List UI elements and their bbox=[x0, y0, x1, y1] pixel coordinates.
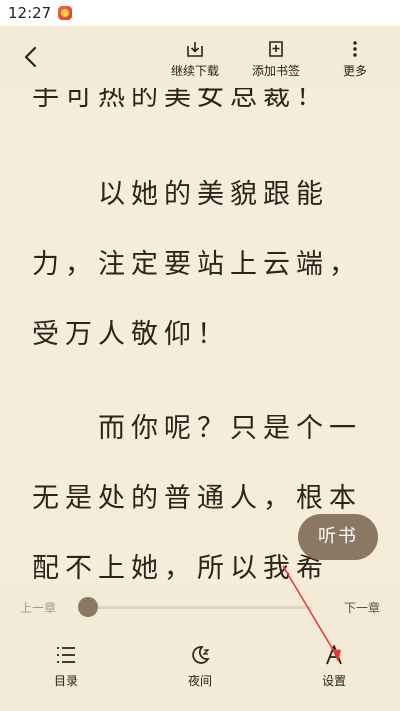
listen-book-button[interactable]: 听书 bbox=[298, 514, 378, 560]
text-line: 力，注定要站上云端， bbox=[32, 249, 362, 280]
prev-chapter-button[interactable]: 上一章 bbox=[20, 599, 56, 616]
status-time: 12:27 bbox=[8, 4, 52, 22]
night-label: 夜间 bbox=[187, 674, 212, 688]
toc-label: 目录 bbox=[53, 674, 78, 688]
more-button[interactable]: 更多 bbox=[338, 40, 372, 79]
top-toolbar: 继续下载 添加书签 更多 bbox=[0, 26, 400, 88]
font-settings-icon bbox=[326, 645, 342, 665]
text-line: 以她的美貌跟能 bbox=[32, 179, 329, 210]
add-bookmark-label: 添加书签 bbox=[251, 64, 300, 78]
more-vertical-icon bbox=[353, 41, 357, 57]
status-bar: 12:27 bbox=[0, 0, 400, 26]
progress-track[interactable] bbox=[88, 606, 312, 609]
night-mode-button[interactable]: 夜间 bbox=[170, 644, 230, 689]
back-arrow-icon[interactable] bbox=[18, 44, 44, 70]
chapter-progress: 上一章 下一章 bbox=[0, 584, 400, 630]
reading-area[interactable]: 手可热的美女总裁！ 以她的美貌跟能 力，注定要站上云端， 受万人敬仰！ 而你呢？… bbox=[0, 88, 400, 584]
moon-icon bbox=[192, 646, 210, 664]
text-line: 而你呢？只是个一 bbox=[32, 413, 362, 444]
app-notification-icon bbox=[58, 6, 72, 20]
download-icon bbox=[187, 42, 203, 57]
text-line: 受万人敬仰！ bbox=[32, 319, 230, 350]
more-label: 更多 bbox=[342, 64, 367, 78]
continue-download-label: 继续下载 bbox=[170, 64, 219, 78]
settings-button[interactable]: 设置 bbox=[304, 644, 364, 689]
settings-label: 设置 bbox=[321, 674, 346, 688]
text-line: 无是处的普通人，根本 bbox=[32, 483, 362, 514]
bottom-toolbar: 目录 夜间 设置 bbox=[0, 630, 400, 711]
text-line: 手可热的美女总裁！ bbox=[32, 88, 329, 112]
list-icon bbox=[57, 647, 75, 663]
continue-download-button[interactable]: 继续下载 bbox=[166, 40, 224, 79]
next-chapter-button[interactable]: 下一章 bbox=[344, 599, 380, 616]
add-bookmark-button[interactable]: 添加书签 bbox=[246, 40, 306, 79]
table-of-contents-button[interactable]: 目录 bbox=[36, 644, 96, 689]
bookmark-icon bbox=[269, 41, 283, 57]
progress-slider-thumb[interactable] bbox=[78, 597, 98, 617]
